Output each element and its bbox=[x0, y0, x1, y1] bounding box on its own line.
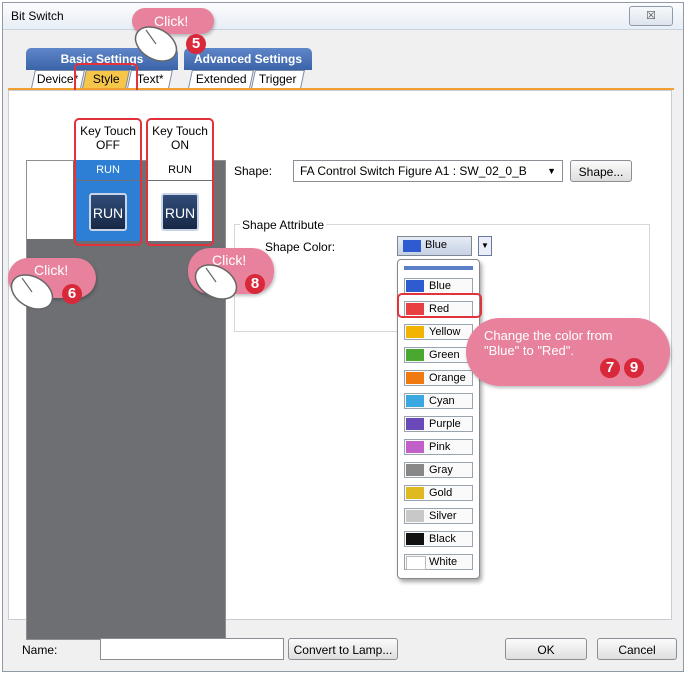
dropdown-top-bar bbox=[404, 266, 473, 270]
color-option-gray[interactable]: Gray bbox=[404, 462, 473, 478]
color-swatch bbox=[406, 349, 424, 361]
color-option-label: Blue bbox=[429, 280, 452, 292]
color-option-label: Gold bbox=[429, 487, 453, 499]
color-option-label: Gray bbox=[429, 464, 453, 476]
color-swatch bbox=[406, 533, 424, 545]
color-option-label: Yellow bbox=[429, 326, 461, 338]
color-option-silver[interactable]: Silver bbox=[404, 508, 473, 524]
color-option-label: Pink bbox=[429, 441, 451, 453]
color-option-blue[interactable]: Blue bbox=[404, 278, 473, 294]
tab-trigger[interactable]: Trigger bbox=[251, 70, 305, 88]
color-option-label: Black bbox=[429, 533, 456, 545]
chevron-down-icon: ▼ bbox=[481, 241, 489, 250]
color-option-orange[interactable]: Orange bbox=[404, 370, 473, 386]
step-number-6: 6 bbox=[62, 284, 82, 304]
step-number-9: 9 bbox=[624, 358, 644, 378]
color-option-label: Silver bbox=[429, 510, 457, 522]
color-option-purple[interactable]: Purple bbox=[404, 416, 473, 432]
tab-extended[interactable]: Extended bbox=[188, 70, 254, 88]
step-number-5: 5 bbox=[186, 34, 206, 54]
preview-blank bbox=[27, 161, 73, 239]
color-swatch bbox=[406, 441, 424, 453]
shape-attribute-label: Shape Attribute bbox=[240, 218, 327, 232]
color-swatch bbox=[406, 280, 424, 292]
highlight-key-on bbox=[146, 118, 214, 246]
window-title: Bit Switch bbox=[11, 9, 64, 23]
color-option-label: Cyan bbox=[429, 395, 455, 407]
color-option-gold[interactable]: Gold bbox=[404, 485, 473, 501]
cancel-button[interactable]: Cancel bbox=[597, 638, 677, 660]
shape-color-label: Shape Color: bbox=[265, 240, 336, 254]
close-icon: ☒ bbox=[646, 10, 656, 22]
shape-color-dropdown-button[interactable]: ▼ bbox=[478, 236, 492, 256]
color-swatch bbox=[406, 372, 424, 384]
chevron-down-icon: ▼ bbox=[547, 166, 556, 176]
ok-button[interactable]: OK bbox=[505, 638, 587, 660]
name-label: Name: bbox=[22, 643, 58, 657]
close-button[interactable]: ☒ bbox=[629, 6, 673, 26]
color-option-black[interactable]: Black bbox=[404, 531, 473, 547]
color-option-label: Purple bbox=[429, 418, 461, 430]
shape-select[interactable]: FA Control Switch Figure A1 : SW_02_0_B … bbox=[293, 160, 563, 182]
highlight-key-off bbox=[74, 118, 142, 246]
color-swatch bbox=[406, 556, 426, 570]
highlight-red-option bbox=[397, 293, 482, 318]
convert-to-lamp-button[interactable]: Convert to Lamp... bbox=[288, 638, 398, 660]
mouse-icon-8 bbox=[194, 264, 238, 300]
color-swatch bbox=[406, 326, 424, 338]
mouse-icon-5 bbox=[134, 26, 178, 62]
color-option-pink[interactable]: Pink bbox=[404, 439, 473, 455]
name-input[interactable] bbox=[100, 638, 284, 660]
color-swatch bbox=[406, 464, 424, 476]
color-option-label: White bbox=[429, 556, 458, 568]
color-option-label: Green bbox=[429, 349, 460, 361]
color-swatch bbox=[406, 487, 424, 499]
title-bar: Bit Switch ☒ bbox=[3, 3, 683, 30]
color-option-label: Orange bbox=[429, 372, 466, 384]
shape-color-select[interactable]: Blue bbox=[397, 236, 472, 256]
color-swatch bbox=[406, 395, 424, 407]
color-option-yellow[interactable]: Yellow bbox=[404, 324, 473, 340]
color-swatch bbox=[406, 418, 424, 430]
color-option-cyan[interactable]: Cyan bbox=[404, 393, 473, 409]
color-option-green[interactable]: Green bbox=[404, 347, 473, 363]
shape-button[interactable]: Shape... bbox=[570, 160, 632, 182]
step-number-8: 8 bbox=[245, 274, 265, 294]
color-swatch bbox=[406, 510, 424, 522]
mouse-icon-6 bbox=[10, 274, 54, 310]
selected-color-swatch bbox=[403, 240, 421, 252]
step-number-7: 7 bbox=[600, 358, 620, 378]
shape-label: Shape: bbox=[234, 164, 273, 178]
tab-group-advanced-settings[interactable]: Advanced Settings bbox=[184, 48, 312, 70]
color-option-white[interactable]: White bbox=[404, 554, 473, 570]
